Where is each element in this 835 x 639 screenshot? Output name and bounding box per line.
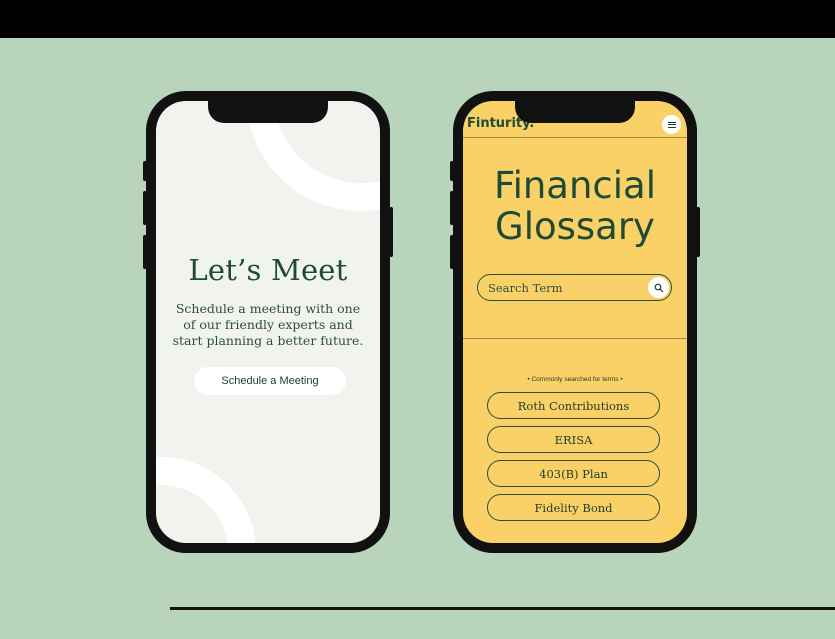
phone-volume-up (143, 191, 148, 225)
phone-notch (208, 101, 328, 123)
term-button[interactable]: ERISA (487, 426, 660, 453)
glossary-screen: Finturity. Financial Glossary Search Ter… (463, 101, 687, 543)
phone-side-button (450, 161, 455, 181)
term-button[interactable]: Roth Contributions (487, 392, 660, 419)
section-divider (463, 338, 687, 339)
phone-left: Let’s Meet Schedule a meeting with one o… (143, 91, 393, 553)
header-divider (463, 137, 687, 138)
phone-volume-down (450, 235, 455, 269)
phone-volume-down (143, 235, 148, 269)
hamburger-menu-icon[interactable] (662, 115, 681, 134)
search-placeholder: Search Term (488, 281, 563, 295)
page-title: Financial Glossary (493, 164, 657, 248)
top-black-band (0, 0, 835, 38)
phone-right: Finturity. Financial Glossary Search Ter… (450, 91, 700, 553)
search-icon[interactable] (648, 277, 669, 298)
search-input[interactable]: Search Term (477, 274, 672, 301)
bottom-divider-line (170, 607, 835, 610)
phone-power-button (388, 207, 393, 257)
meet-title: Let’s Meet (188, 253, 348, 287)
term-button[interactable]: 403(B) Plan (487, 460, 660, 487)
schedule-meeting-button[interactable]: Schedule a Meeting (194, 367, 346, 395)
common-terms-label: • Commonly searched for terms • (527, 376, 623, 383)
term-button[interactable]: Fidelity Bond (487, 494, 660, 521)
meet-description: Schedule a meeting with one of our frien… (172, 301, 364, 348)
phone-power-button (695, 207, 700, 257)
meeting-screen: Let’s Meet Schedule a meeting with one o… (156, 101, 380, 543)
phone-volume-up (450, 191, 455, 225)
phone-notch (515, 101, 635, 123)
phone-side-button (143, 161, 148, 181)
decorative-arc-bottom (156, 457, 256, 543)
